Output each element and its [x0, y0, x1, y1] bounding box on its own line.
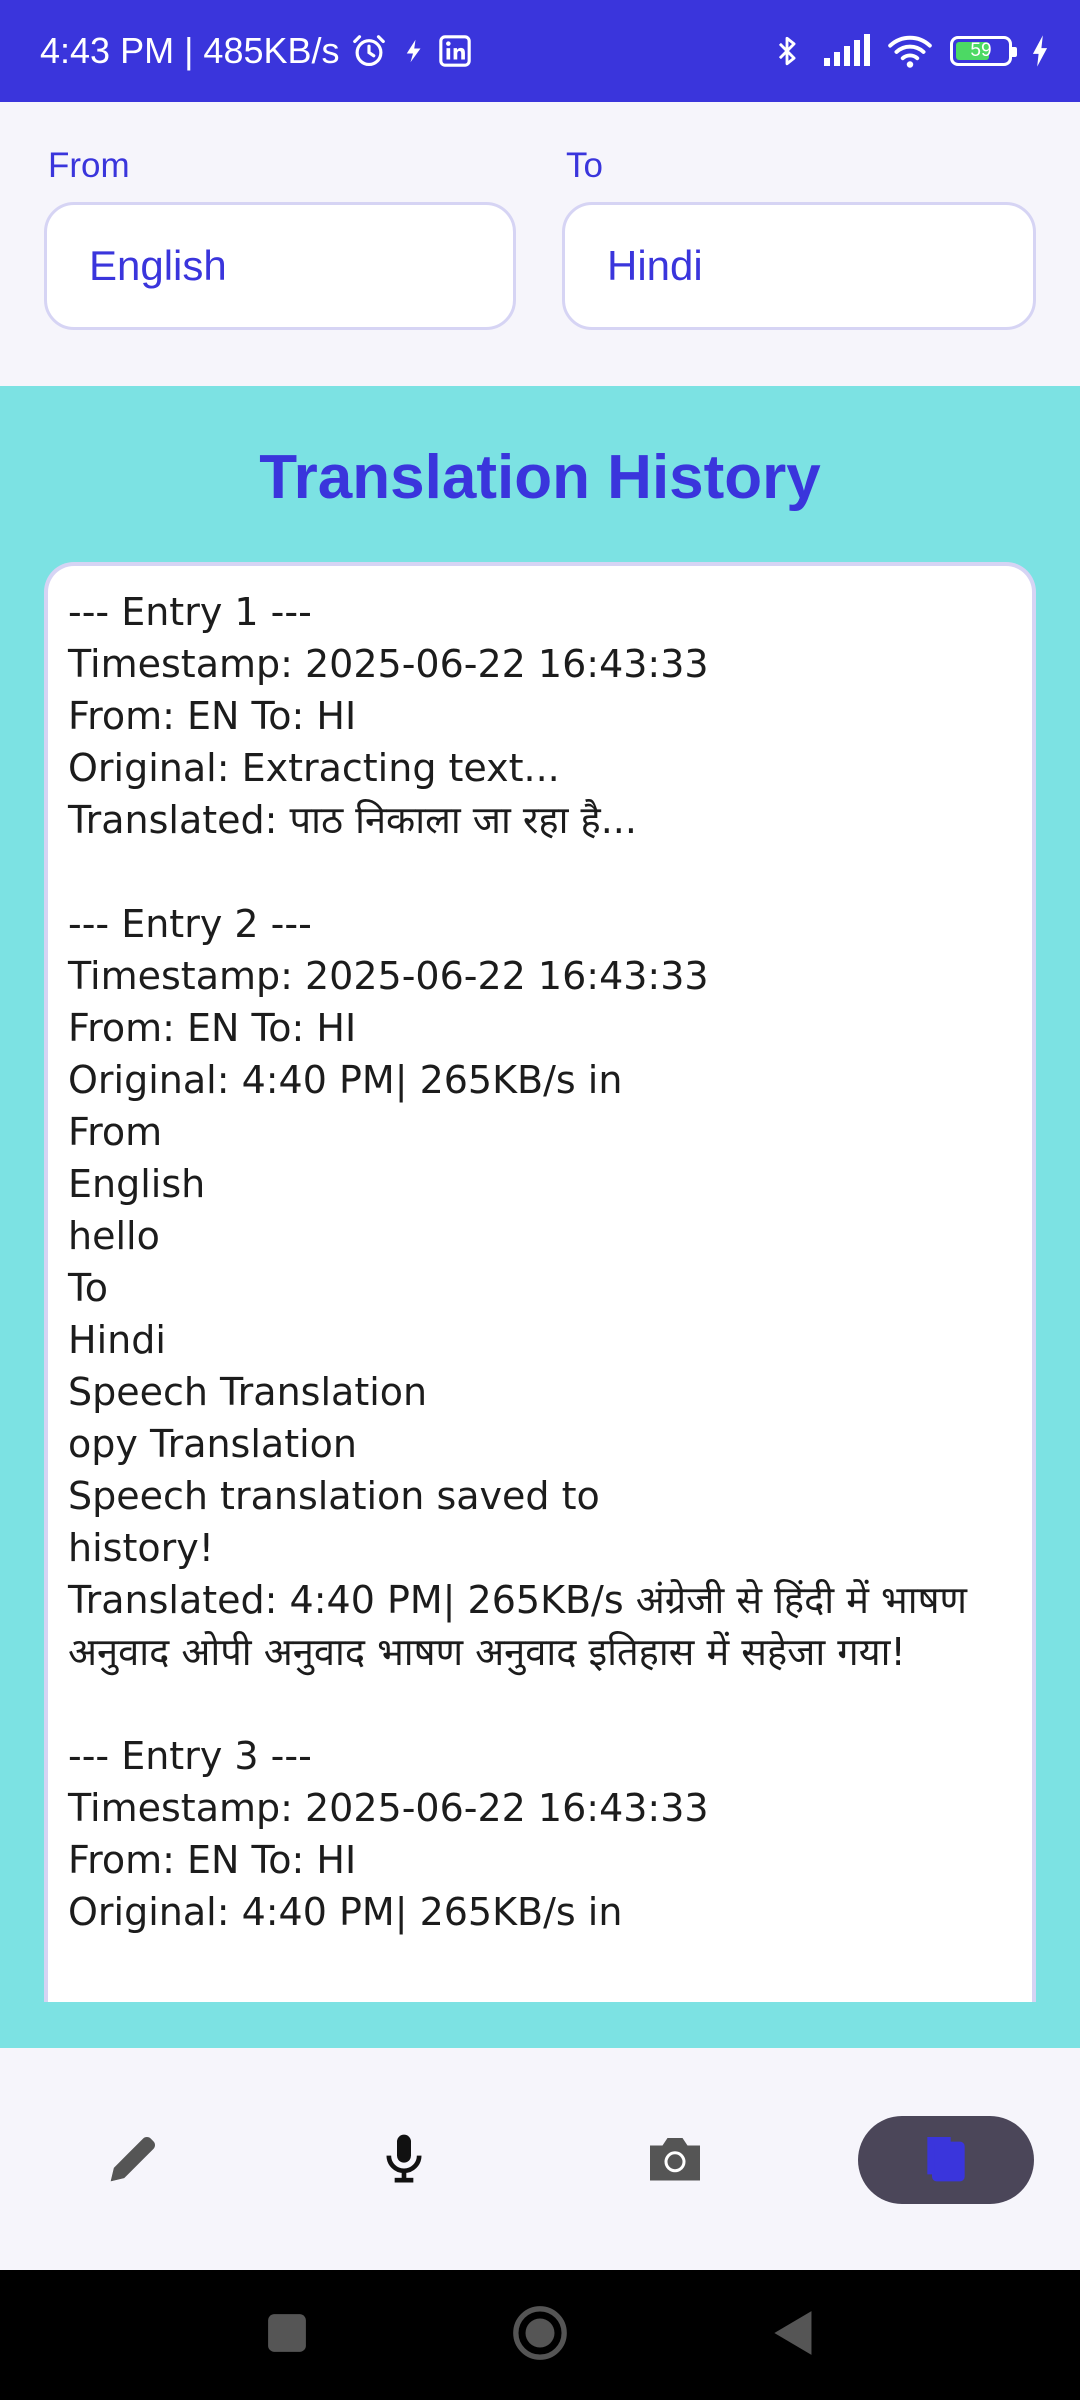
nav-history[interactable]	[858, 2116, 1034, 2204]
from-language-select[interactable]: English	[44, 202, 516, 330]
signal-icon	[822, 34, 870, 68]
recents-button[interactable]	[255, 2270, 319, 2400]
from-language-group: From English	[44, 146, 516, 330]
recents-icon	[266, 2312, 308, 2359]
home-button[interactable]	[508, 2270, 572, 2400]
alarm-icon	[350, 32, 388, 70]
charging-icon	[1030, 34, 1050, 68]
wifi-icon	[888, 33, 932, 69]
history-content: --- Entry 1 --- Timestamp: 2025-06-22 16…	[68, 590, 968, 1934]
language-selector-area: From English To Hindi	[0, 102, 1080, 386]
nav-speech-translate[interactable]	[316, 2116, 492, 2204]
from-label: From	[48, 146, 130, 185]
flash-notification-icon	[398, 36, 428, 66]
history-title: Translation History	[259, 443, 821, 512]
history-section: Translation History --- Entry 1 --- Time…	[0, 386, 1080, 2048]
nav-text-translate[interactable]	[46, 2116, 222, 2204]
to-label: To	[566, 146, 603, 185]
history-icon	[918, 2130, 974, 2191]
status-time-speed: 4:43 PM | 485KB/s	[40, 30, 340, 71]
back-button[interactable]	[762, 2270, 826, 2400]
history-text-area[interactable]: --- Entry 1 --- Timestamp: 2025-06-22 16…	[44, 562, 1036, 2002]
pencil-icon	[103, 2127, 165, 2194]
system-navigation-bar	[0, 2270, 1080, 2400]
to-language-group: To Hindi	[562, 146, 1036, 330]
bottom-navigation	[0, 2048, 1080, 2270]
nav-camera-translate[interactable]	[587, 2116, 763, 2204]
battery-level: 59	[970, 40, 992, 61]
battery-icon: 59	[950, 36, 1017, 66]
back-icon	[772, 2309, 816, 2362]
home-icon	[511, 2304, 569, 2367]
bluetooth-icon	[770, 32, 804, 70]
microphone-icon	[376, 2127, 432, 2194]
status-bar: 4:43 PM | 485KB/s 59	[0, 0, 1080, 102]
camera-icon	[645, 2130, 705, 2191]
to-language-select[interactable]: Hindi	[562, 202, 1036, 330]
linkedin-icon	[438, 34, 472, 68]
